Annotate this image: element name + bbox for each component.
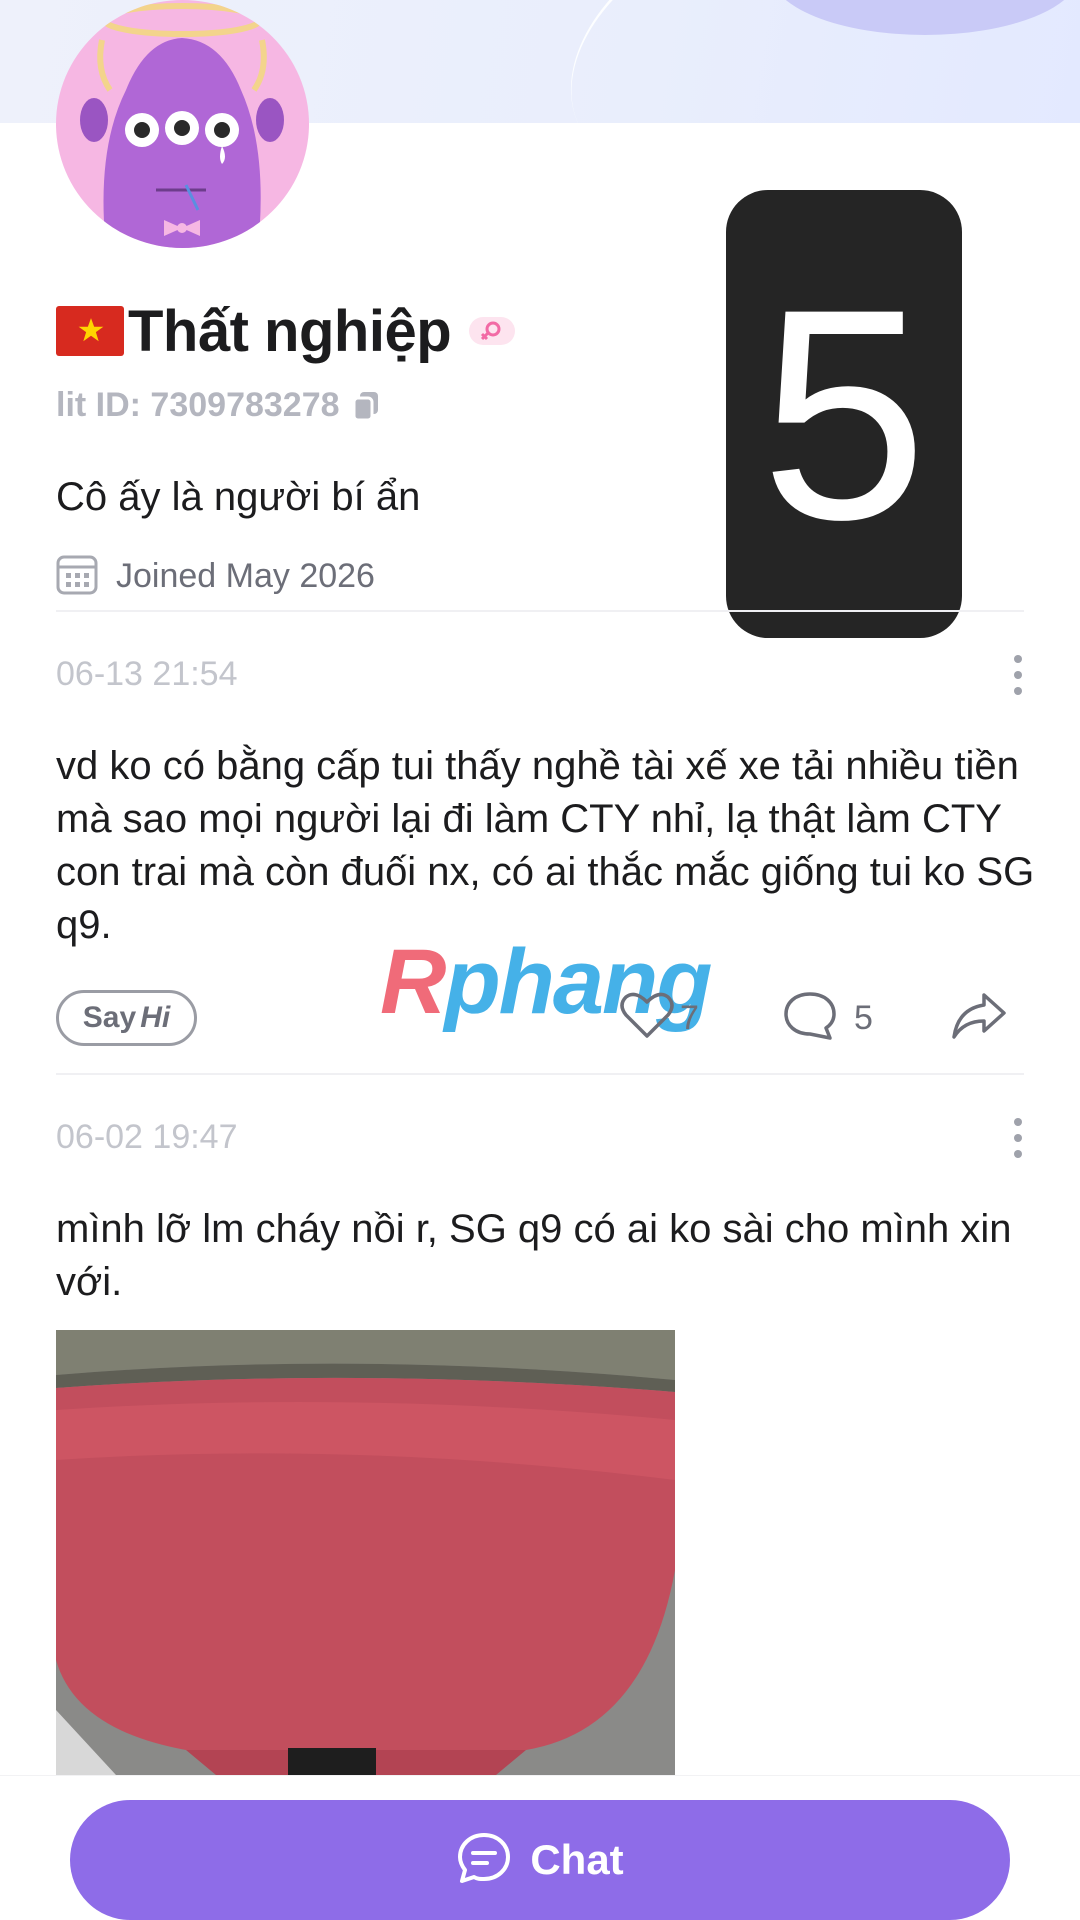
vietnam-flag-icon bbox=[56, 306, 124, 356]
number-overlay-badge: 5 bbox=[726, 190, 962, 638]
share-button[interactable] bbox=[950, 988, 1008, 1048]
lit-id-row: lit ID: 7309783278 bbox=[56, 382, 380, 428]
share-icon bbox=[950, 991, 1008, 1046]
say-hi-say: Say bbox=[82, 1001, 137, 1034]
say-hi-hi: Hi bbox=[140, 1001, 171, 1034]
comment-button[interactable]: 5 bbox=[782, 988, 873, 1048]
calendar-icon bbox=[56, 553, 98, 600]
post-text: mình lỡ lm cháy nồi r, SG q9 có ai ko sà… bbox=[56, 1207, 1012, 1304]
profile-name: Thất nghiệp bbox=[128, 298, 452, 364]
post-text: vd ko có bằng cấp tui thấy nghề tài xế x… bbox=[56, 744, 1035, 947]
post-timestamp: 06-13 21:54 bbox=[56, 655, 238, 693]
profile-bio: Cô ấy là người bí ẩn bbox=[56, 475, 421, 519]
joined-date: Joined May 2026 bbox=[116, 556, 375, 595]
comment-count: 5 bbox=[854, 998, 873, 1037]
lit-id: lit ID: 7309783278 bbox=[56, 385, 340, 424]
divider bbox=[56, 1073, 1024, 1075]
chat-button-label: Chat bbox=[530, 1836, 624, 1883]
more-options-icon[interactable] bbox=[1010, 1118, 1026, 1158]
comment-icon bbox=[782, 991, 838, 1046]
number-overlay-text: 5 bbox=[760, 246, 928, 582]
like-button[interactable]: 7 bbox=[620, 988, 699, 1048]
chat-button[interactable]: Chat bbox=[70, 1800, 1010, 1920]
avatar[interactable] bbox=[56, 0, 309, 248]
heart-icon bbox=[620, 992, 674, 1045]
like-count: 7 bbox=[680, 998, 699, 1037]
say-hi-button[interactable]: Say Hi bbox=[56, 990, 197, 1046]
copy-icon[interactable] bbox=[352, 390, 380, 422]
more-options-icon[interactable] bbox=[1010, 655, 1026, 695]
gender-badge-icon bbox=[469, 317, 516, 345]
post-timestamp: 06-02 19:47 bbox=[56, 1118, 238, 1156]
post-image[interactable] bbox=[56, 1330, 675, 1775]
joined-row: Joined May 2026 bbox=[56, 553, 375, 599]
chat-icon bbox=[456, 1831, 512, 1890]
divider bbox=[56, 610, 1024, 612]
profile-name-row: Thất nghiệp bbox=[56, 296, 516, 366]
